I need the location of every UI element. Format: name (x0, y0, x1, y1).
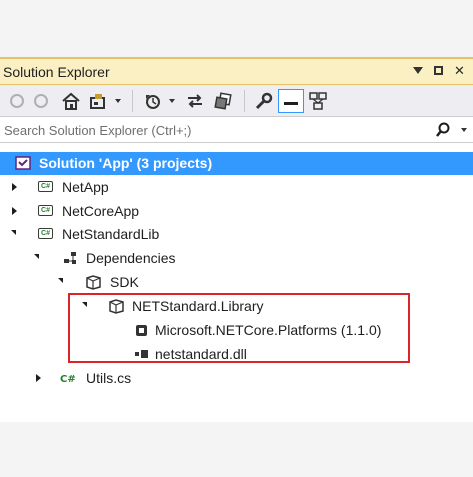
close-icon[interactable]: ✕ (452, 63, 467, 78)
tree-item-netapp[interactable]: C# NetApp (0, 176, 473, 199)
expand-arrow-icon[interactable] (36, 374, 41, 382)
panel-title: Solution Explorer (3, 64, 110, 80)
top-margin (0, 0, 473, 57)
forward-icon[interactable] (32, 91, 50, 111)
search-input[interactable]: Search Solution Explorer (Ctrl+;) (4, 123, 192, 138)
view-class-diagram-icon[interactable] (307, 91, 329, 111)
svg-text:C#: C# (60, 374, 76, 385)
collapse-arrow-icon[interactable] (58, 278, 63, 283)
bottom-margin (0, 422, 473, 477)
tree-item-label: NetApp (62, 179, 109, 195)
search-icon[interactable] (435, 122, 451, 143)
collapse-arrow-icon[interactable] (11, 230, 16, 235)
collapse-arrow-icon[interactable] (34, 254, 39, 259)
home-icon[interactable] (60, 91, 82, 111)
expand-arrow-icon[interactable] (12, 183, 17, 191)
tree-item-utils-cs[interactable]: C# Utils.cs (0, 367, 473, 390)
csharp-project-icon: C# (38, 179, 55, 195)
collapse-all-icon[interactable] (212, 91, 234, 111)
maximize-icon[interactable] (431, 63, 446, 78)
title-bar: Solution Explorer ✕ (0, 59, 473, 85)
toolbar (0, 85, 473, 117)
dropdown-icon-2[interactable] (167, 91, 177, 111)
csharp-file-icon: C# (60, 370, 77, 386)
properties-icon[interactable] (252, 91, 274, 111)
search-box[interactable]: Search Solution Explorer (Ctrl+;) (0, 117, 473, 143)
tree-item-label: NetCoreApp (62, 203, 140, 219)
dropdown-icon[interactable] (113, 91, 123, 111)
tree-item-label: NetStandardLib (62, 226, 160, 242)
sync-icon[interactable] (184, 91, 206, 111)
solution-node[interactable]: Solution 'App' (3 projects) (0, 152, 473, 175)
dependencies-icon (62, 250, 79, 266)
package-icon (85, 274, 102, 290)
tree-item-sdk[interactable]: SDK (0, 271, 473, 294)
tree-item-label: Dependencies (86, 250, 176, 266)
solution-label: Solution 'App' (3 projects) (39, 155, 213, 171)
switch-views-icon[interactable] (88, 91, 110, 111)
tree-item-label: SDK (110, 274, 139, 290)
pending-changes-icon[interactable] (142, 91, 164, 111)
preview-icon[interactable] (278, 89, 304, 113)
pin-icon[interactable] (410, 63, 425, 78)
tree-item-netcoreapp[interactable]: C# NetCoreApp (0, 200, 473, 223)
highlight-annotation-box (68, 293, 410, 363)
solution-icon (15, 155, 32, 171)
tree-item-netstandardlib[interactable]: C# NetStandardLib (0, 223, 473, 246)
back-icon[interactable] (8, 91, 26, 111)
tree-item-dependencies[interactable]: Dependencies (0, 247, 473, 270)
csharp-project-icon: C# (38, 203, 55, 219)
tree-item-label: Utils.cs (86, 370, 132, 386)
expand-arrow-icon[interactable] (12, 207, 17, 215)
search-options-dropdown-icon[interactable] (461, 128, 467, 132)
csharp-project-icon: C# (38, 226, 55, 242)
